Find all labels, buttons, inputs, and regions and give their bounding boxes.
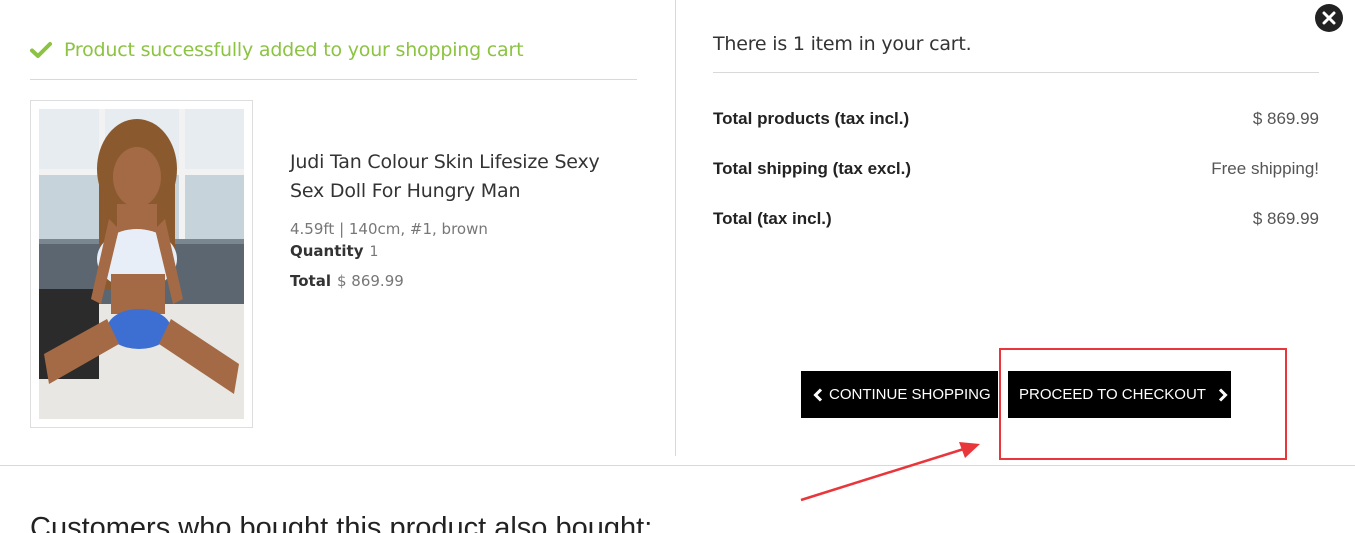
close-icon[interactable] [1315,4,1343,32]
cart-count-text: There is 1 item in your cart. [713,33,972,55]
success-message: Product successfully added to your shopp… [64,39,524,61]
summary-value: Free shipping! [1211,159,1319,178]
product-total-label: Total [290,272,331,290]
quantity-value: 1 [369,244,379,260]
summary-label: Total shipping (tax excl.) [713,159,912,178]
summary-value: $ 869.99 [1252,209,1319,228]
quantity-label: Quantity [290,242,364,260]
summary-row-total-shipping: Total shipping (tax excl.) Free shipping… [713,159,1319,179]
checkmark-icon [30,42,52,58]
also-bought-heading: Customers who bought this product also b… [30,512,653,533]
quantity-row: Quantity 1 [290,242,630,260]
product-image [39,109,244,419]
product-attributes: 4.59ft | 140cm, #1, brown [290,220,488,238]
summary-label: Total products (tax incl.) [713,109,910,128]
cart-confirmation-left-panel: Product successfully added to your shopp… [30,0,637,460]
product-info: Judi Tan Colour Skin Lifesize Sexy Sex D… [290,148,630,290]
divider [0,465,1355,466]
vertical-divider [675,0,676,456]
divider [713,72,1319,73]
proceed-to-checkout-label: PROCEED TO CHECKOUT [1019,386,1206,403]
divider [30,79,637,80]
chevron-left-icon [813,387,823,402]
summary-row-total-products: Total products (tax incl.) $ 869.99 [713,109,1319,129]
product-name: Judi Tan Colour Skin Lifesize Sexy Sex D… [290,151,600,202]
continue-shopping-button[interactable]: CONTINUE SHOPPING [801,371,998,418]
continue-shopping-label: CONTINUE SHOPPING [829,386,991,403]
product-total-value: $ 869.99 [336,272,404,290]
success-message-row: Product successfully added to your shopp… [30,36,524,64]
summary-row-total: Total (tax incl.) $ 869.99 [713,209,1319,229]
chevron-right-icon [1218,387,1228,402]
summary-label: Total (tax incl.) [713,209,832,228]
product-total-row: Total $ 869.99 [290,272,630,290]
summary-value: $ 869.99 [1252,109,1319,128]
product-image-frame [30,100,253,428]
proceed-to-checkout-button[interactable]: PROCEED TO CHECKOUT [1008,371,1231,418]
